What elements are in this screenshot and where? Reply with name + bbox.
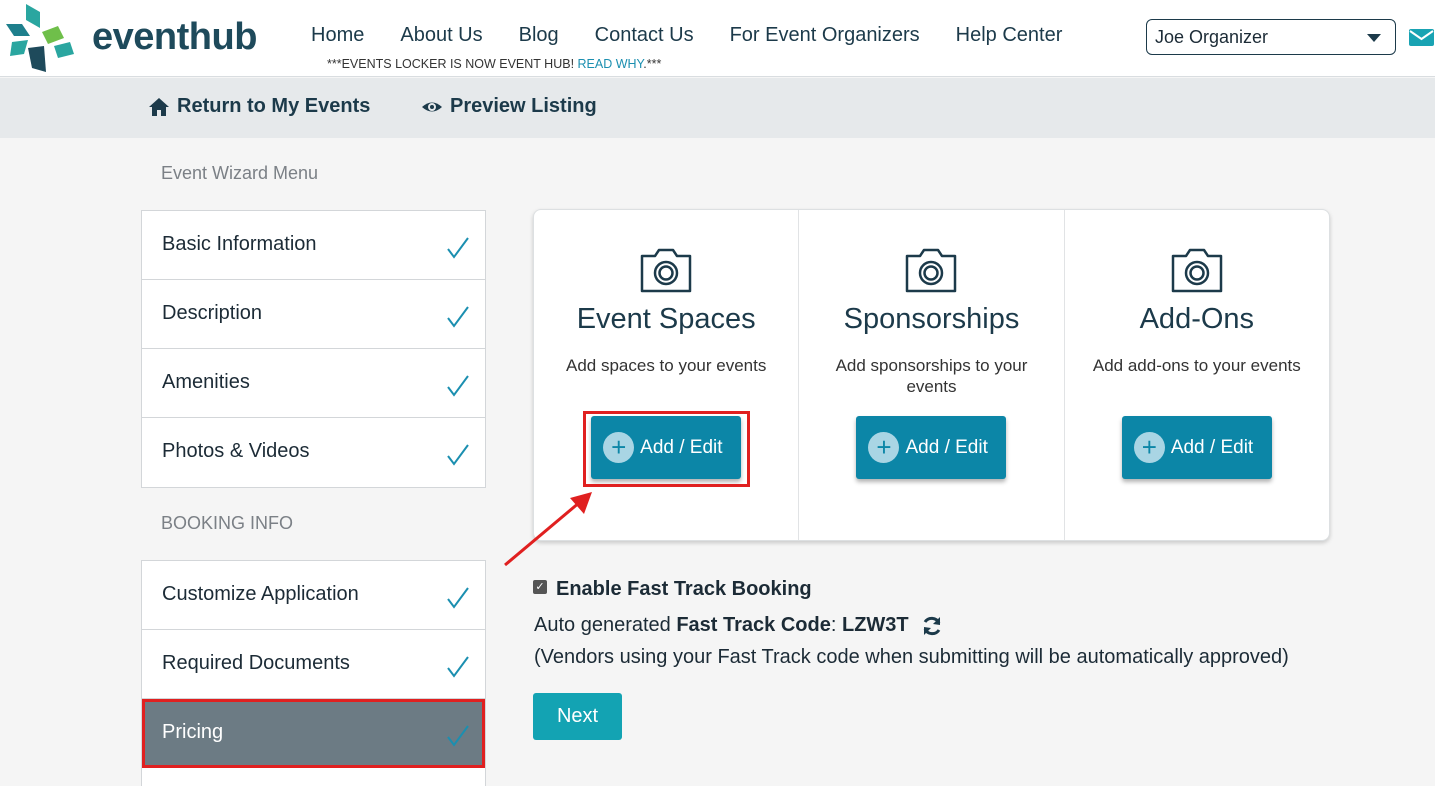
code-separator: :: [830, 614, 842, 636]
code-prefix: Auto generated: [534, 614, 677, 636]
checkmark-icon: [447, 587, 469, 609]
card-title: Event Spaces: [576, 303, 756, 335]
user-account-select[interactable]: Joe Organizer: [1146, 19, 1396, 55]
checkmark-icon: [447, 444, 469, 466]
menu-item-label: Description: [162, 302, 263, 324]
plus-icon: +: [868, 432, 900, 463]
next-button[interactable]: Next: [533, 693, 622, 740]
top-navbar: eventhub Home About Us Blog Contact Us F…: [0, 0, 1435, 77]
add-edit-label: Add / Edit: [1170, 436, 1254, 458]
checkmark-icon: [447, 306, 469, 328]
add-edit-button[interactable]: + Add / Edit: [1121, 416, 1272, 479]
checkmark-icon: [447, 725, 469, 747]
menu-item-pricing[interactable]: Pricing: [142, 699, 485, 768]
preview-listing-link[interactable]: Preview Listing: [421, 95, 597, 118]
card-sponsorships: Sponsorships Add sponsorships to your eve…: [799, 210, 1065, 540]
read-why-link[interactable]: READ WHY: [578, 57, 644, 71]
fast-track-code-line: Auto generated Fast Track Code : LZW3T: [534, 614, 943, 637]
return-to-my-events-link[interactable]: Return to My Events: [148, 95, 370, 118]
caret-down-icon: [1367, 34, 1381, 42]
checkmark-icon: [447, 237, 469, 259]
card-description: Add sponsorships to your events: [835, 356, 1028, 396]
fast-track-code-value: LZW3T: [841, 614, 909, 636]
arrow-annotation-icon: [504, 492, 592, 567]
menu-item-label: Pricing: [162, 721, 224, 743]
main-nav: Home About Us Blog Contact Us For Event …: [311, 24, 1098, 47]
booking-options-panel: Event Spaces Add spaces to your events + Ad…: [533, 209, 1330, 541]
camera-icon: [640, 248, 692, 293]
code-label: Fast Track Code: [676, 614, 831, 636]
event-subbar: Return to My Events Preview Listing: [0, 78, 1435, 138]
menu-item-customize-application[interactable]: Customize Application: [142, 561, 485, 630]
logo-text: eventhub: [92, 16, 257, 58]
nav-home[interactable]: Home: [311, 24, 364, 47]
checkmark-icon: [447, 375, 469, 397]
fast-track-note: (Vendors using your Fast Track code when…: [534, 646, 1289, 668]
menu-item-required-documents[interactable]: Required Documents: [142, 630, 485, 699]
menu-item-description[interactable]: Description: [142, 280, 485, 349]
announcement-banner: ***EVENTS LOCKER IS NOW EVENT HUB! READ …: [327, 57, 661, 71]
menu-item-label: Basic Information: [162, 233, 317, 255]
menu-item-label: Customize Application: [162, 583, 359, 605]
card-title: Add-Ons: [1139, 303, 1255, 335]
home-icon: [149, 97, 169, 116]
eye-icon: [422, 102, 442, 111]
announcement-suffix: .***: [643, 57, 662, 71]
booking-menu: Customize Application Required Documents P…: [141, 560, 486, 786]
plus-icon: +: [1133, 432, 1165, 463]
card-description: Add spaces to your events: [565, 356, 767, 375]
menu-item-photos-videos[interactable]: Photos & Videos: [142, 418, 485, 487]
menu-item-label: Photos & Videos: [162, 440, 310, 462]
fast-track-checkbox[interactable]: ✓: [533, 580, 547, 594]
nav-help-center[interactable]: Help Center: [956, 24, 1063, 47]
fast-track-label: Enable Fast Track Booking: [556, 578, 812, 600]
card-add-ons: Add-Ons Add add-ons to your events + Add / …: [1065, 210, 1329, 540]
card-title: Sponsorships: [843, 303, 1020, 335]
add-edit-label: Add / Edit: [905, 436, 988, 458]
menu-item-basic-information[interactable]: Basic Information: [142, 211, 485, 280]
logo-mark-icon: [6, 4, 74, 72]
card-description: Add add-ons to your events: [1092, 356, 1301, 375]
nav-contact-us[interactable]: Contact Us: [595, 24, 694, 47]
return-label: Return to My Events: [177, 95, 371, 117]
menu-item-label: Amenities: [162, 371, 250, 393]
announcement-text: ***EVENTS LOCKER IS NOW EVENT HUB!: [327, 57, 578, 71]
nav-about-us[interactable]: About Us: [400, 24, 482, 47]
event-wizard-menu-heading: Event Wizard Menu: [161, 163, 319, 183]
camera-icon: [1171, 248, 1223, 293]
nav-blog[interactable]: Blog: [519, 24, 559, 47]
user-select-value: Joe Organizer: [1155, 27, 1269, 47]
booking-info-heading: BOOKING INFO: [161, 513, 294, 533]
mail-icon[interactable]: [1408, 28, 1435, 47]
highlight-box: [583, 411, 750, 487]
preview-label: Preview Listing: [450, 95, 597, 117]
refresh-icon[interactable]: [921, 615, 943, 637]
add-edit-button[interactable]: + Add / Edit: [856, 416, 1007, 479]
menu-item-amenities[interactable]: Amenities: [142, 349, 485, 418]
wizard-menu: Basic Information Description Amenities Pho…: [141, 210, 486, 488]
menu-item-label: Required Documents: [162, 652, 350, 674]
camera-icon: [906, 248, 957, 293]
checkmark-icon: [447, 656, 469, 678]
nav-for-event-organizers[interactable]: For Event Organizers: [730, 24, 920, 47]
eventhub-logo[interactable]: eventhub: [6, 2, 266, 74]
